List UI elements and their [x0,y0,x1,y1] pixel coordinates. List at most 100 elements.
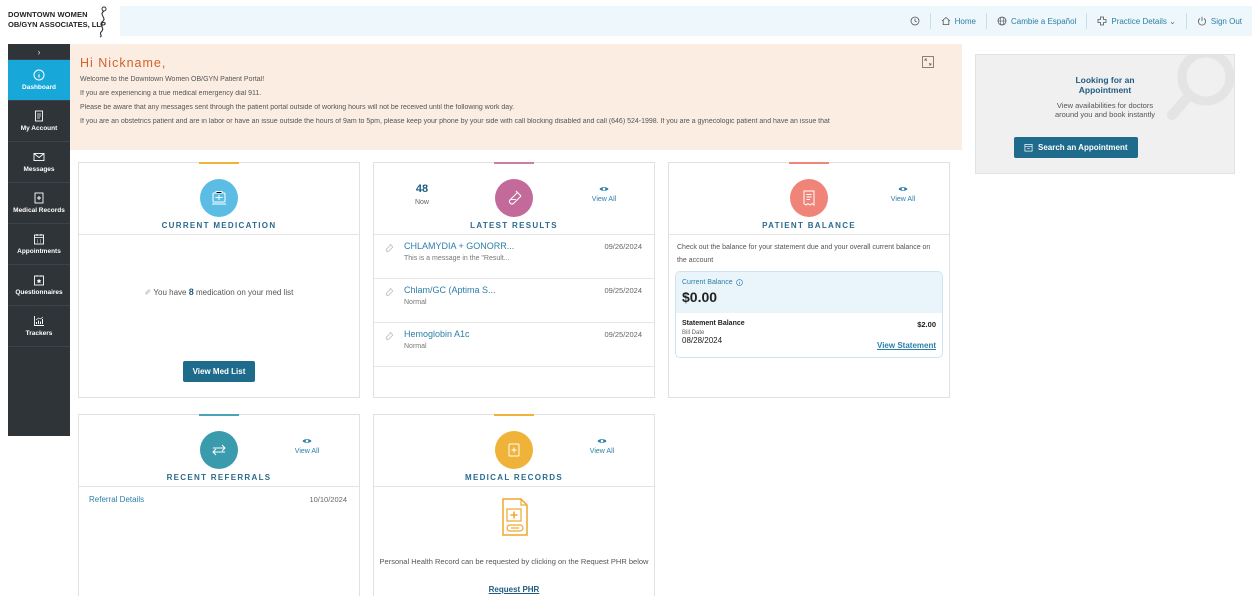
promo-description: View availabilities for doctors around y… [976,101,1234,119]
promo-desc-line-2: around you and book instantly [1054,110,1156,119]
history-button[interactable] [900,13,930,29]
card-accent [474,414,554,420]
request-phr-link[interactable]: Request PHR [374,585,654,594]
card-title: MEDICAL RECORDS [464,473,564,482]
referral-row[interactable]: Referral Details 10/10/2024 [79,487,359,511]
card-accent [179,414,259,420]
globe-icon [997,16,1007,26]
card-title: PATIENT BALANCE [762,221,856,230]
banner-line-2: If you are experiencing a true medical e… [80,90,262,97]
sidebar-item-messages[interactable]: Messages [8,142,70,183]
expand-icon[interactable] [922,56,934,68]
result-date: 09/25/2024 [604,330,642,339]
records-badge [495,431,533,469]
sidebar-item-label: Dashboard [22,83,56,91]
card-header: View All PATIENT BALANCE [669,162,949,235]
balance-view-all[interactable]: View All [883,185,923,203]
current-balance-label-row: Current Balance [682,279,936,286]
greeting: Hi Nickname, [80,56,167,70]
sidebar-item-medical-records[interactable]: Medical Records [8,183,70,224]
eye-icon [302,439,312,443]
referrals-view-all[interactable]: View All [287,437,327,455]
sign-out-label: Sign Out [1210,16,1242,26]
medical-cross-icon [1097,16,1107,26]
test-tube-icon [508,190,522,205]
balance-badge [790,179,828,217]
sidebar-item-label: Questionnaires [15,288,63,296]
result-row[interactable]: Hemoglobin A1c Normal 09/25/2024 [374,323,654,367]
sidebar-toggle[interactable]: › [8,44,70,60]
view-all-label: View All [890,196,916,203]
records-view-all[interactable]: View All [582,437,622,455]
practice-logo[interactable]: DOWNTOWN WOMEN OB/GYN ASSOCIATES, LLP [8,6,118,38]
records-icon [34,192,44,203]
view-statement-link[interactable]: View Statement [877,341,936,350]
card-header: View All RECENT REFERRALS [79,414,359,487]
eye-icon [898,187,908,191]
results-now-counter[interactable]: 48 Now [404,183,440,206]
results-view-all[interactable]: View All [584,185,624,203]
home-link[interactable]: Home [929,13,986,29]
card-header: CURRENT MEDICATION [79,162,359,235]
banner-line-4: If you are an obstetrics patient and are… [80,118,830,125]
pill-icon: ✐ [144,288,152,297]
eye-icon [597,439,607,443]
logo-mark-icon [99,6,107,38]
power-icon [1197,16,1206,26]
appointment-promo: Looking for an Appointment View availabi… [975,54,1235,174]
sidebar-item-label: Appointments [17,247,61,255]
view-all-label: View All [294,448,320,455]
result-row[interactable]: Chlam/GC (Aptima S... Normal 09/25/2024 [374,279,654,323]
result-status: This is a message in the "Result... [404,255,510,262]
sidebar-item-label: My Account [20,124,58,132]
patient-balance-card: View All PATIENT BALANCE Check out the b… [668,162,950,398]
referrals-badge [200,431,238,469]
language-label: Cambie a Español [1010,16,1077,26]
current-balance-section: Current Balance $0.00 [676,272,942,313]
transfer-arrows-icon [212,444,226,456]
result-status: Normal [404,299,427,306]
sidebar-item-label: Medical Records [13,206,65,214]
sidebar-item-appointments[interactable]: Appointments [8,224,70,265]
card-title: CURRENT MEDICATION [161,221,277,230]
sidebar-item-questionnaires[interactable]: Questionnaires [8,265,70,306]
now-label: Now [414,199,429,206]
card-accent [474,162,554,168]
search-appointment-button[interactable]: Search an Appointment [1014,137,1138,158]
current-balance-label: Current Balance [682,279,733,286]
card-accent [769,162,849,168]
card-header: View All MEDICAL RECORDS [374,414,654,487]
referral-details-link[interactable]: Referral Details [89,495,144,504]
sign-out-link[interactable]: Sign Out [1185,13,1252,29]
view-all-label: View All [589,448,615,455]
view-med-list-button[interactable]: View Med List [182,361,256,382]
info-icon[interactable] [735,279,743,286]
language-link[interactable]: Cambie a Español [985,13,1086,29]
card-header: 48 Now View All LATEST RESULTS [374,162,654,235]
receipt-icon [803,190,815,206]
questionnaire-icon [34,274,44,285]
top-bar: DOWNTOWN WOMEN OB/GYN ASSOCIATES, LLP Ho… [0,0,1252,40]
now-count: 48 [415,183,429,195]
info-icon [33,69,45,80]
calendar-icon [1024,143,1033,152]
calendar-icon [34,233,44,244]
clock-icon [910,16,920,26]
banner-line-1: Welcome to the Downtown Women OB/GYN Pat… [80,76,265,83]
result-row[interactable]: CHLAMYDIA + GONORR... This is a message … [374,235,654,279]
sidebar-item-trackers[interactable]: Trackers [8,306,70,347]
button-wrap: View Med List [79,361,359,382]
sidebar-item-dashboard[interactable]: Dashboard [8,60,70,101]
document-icon [35,110,43,121]
test-tube-icon [385,331,394,340]
result-date: 09/26/2024 [604,242,642,251]
balance-box: Current Balance $0.00 Statement Balance … [675,271,943,358]
card-title: RECENT REFERRALS [166,473,272,482]
view-all-label: View All [591,196,617,203]
practice-details-dropdown[interactable]: Practice Details ⌄ [1086,13,1186,29]
promo-heading-line-1: Looking for an [1075,75,1135,85]
test-tube-icon [385,287,394,296]
sidebar-item-my-account[interactable]: My Account [8,101,70,142]
summary-pre: You have [153,288,189,297]
home-label: Home [954,16,976,26]
